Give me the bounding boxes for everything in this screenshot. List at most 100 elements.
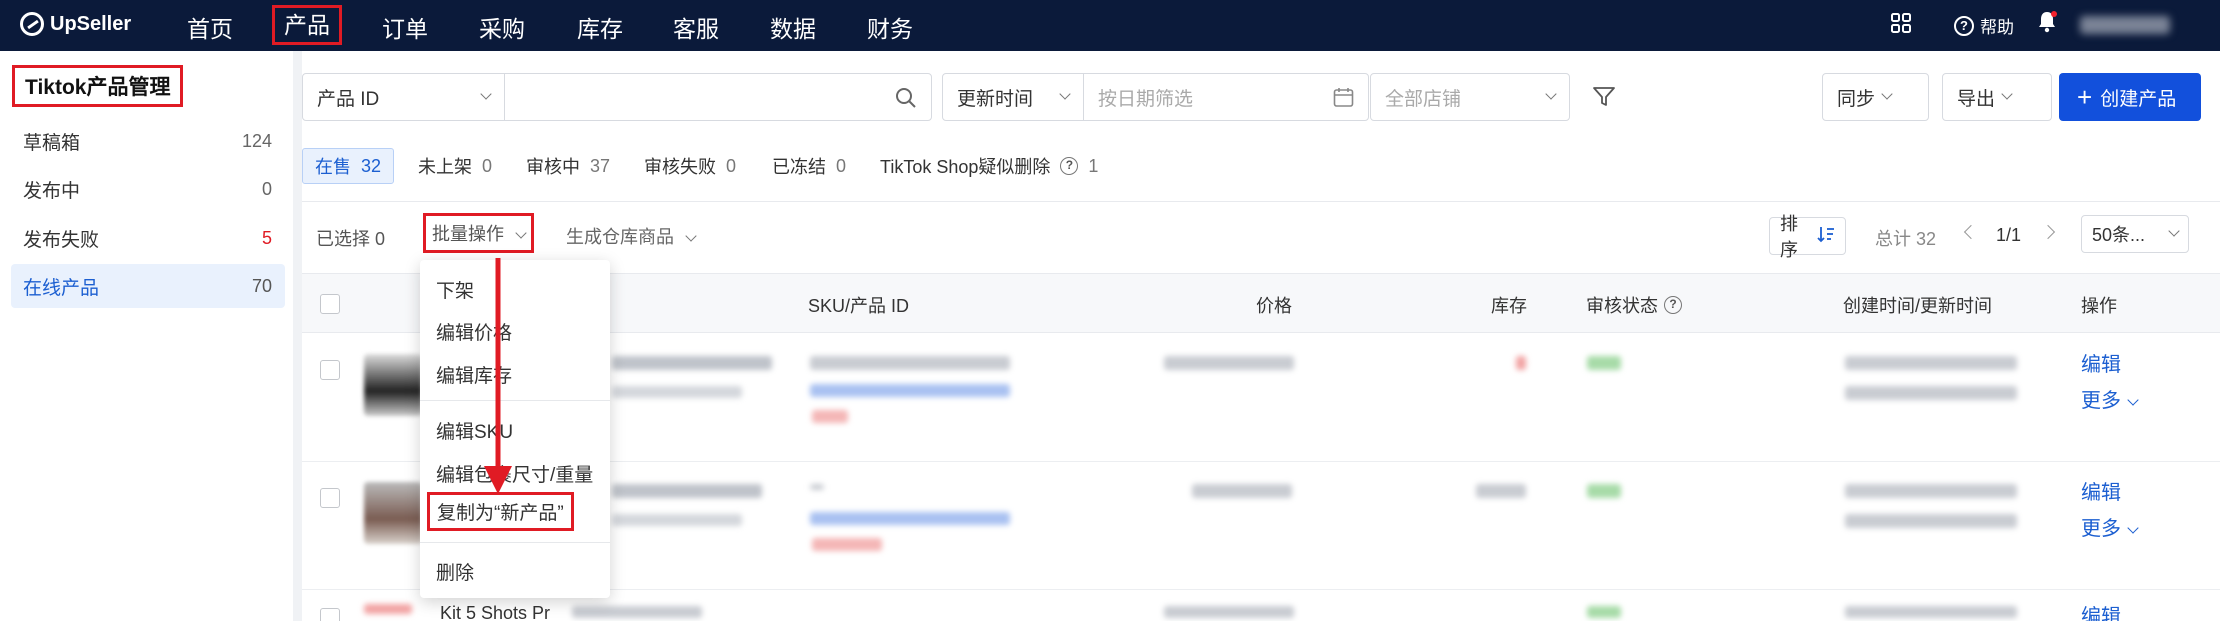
badge-redacted bbox=[812, 538, 882, 551]
tab-count: 0 bbox=[482, 155, 493, 176]
sort-button[interactable]: 排序 bbox=[1769, 214, 1846, 260]
menu-item-edit-package[interactable]: 编辑包裹尺寸/重量 bbox=[436, 460, 593, 487]
chevron-down-icon bbox=[2127, 394, 2139, 406]
nav-purchase[interactable]: 采购 bbox=[479, 10, 525, 44]
prev-page-icon[interactable] bbox=[1963, 224, 1979, 240]
sort-label: 排序 bbox=[1780, 214, 1798, 260]
product-thumbnail[interactable] bbox=[364, 354, 422, 416]
sidebar-item-drafts[interactable]: 草稿箱 124 bbox=[11, 119, 285, 163]
divider bbox=[302, 201, 2220, 202]
price-redacted bbox=[1164, 356, 1294, 370]
tab-count: 37 bbox=[590, 155, 611, 176]
product-thumbnail[interactable] bbox=[364, 482, 422, 544]
sidebar-item-label: 草稿箱 bbox=[23, 132, 81, 154]
updated-time-redacted bbox=[1845, 386, 2017, 400]
product-name-redacted bbox=[612, 484, 762, 498]
help-label: 帮助 bbox=[1980, 18, 2014, 37]
store-placeholder: 全部店铺 bbox=[1385, 88, 1462, 110]
sidebar-item-publish-failed[interactable]: 发布失败 5 bbox=[11, 216, 285, 260]
row-checkbox[interactable] bbox=[320, 608, 340, 621]
help-icon: ? bbox=[1954, 15, 1974, 36]
sync-label: 同步 bbox=[1837, 88, 1876, 110]
nav-inventory[interactable]: 库存 bbox=[577, 10, 623, 44]
edit-link[interactable]: 编辑 bbox=[2081, 600, 2121, 621]
tab-label: 未上架 bbox=[418, 157, 472, 177]
edit-link[interactable]: 编辑 bbox=[2081, 476, 2121, 505]
menu-item-edit-sku[interactable]: 编辑SKU bbox=[436, 417, 513, 444]
notification-bell-icon[interactable] bbox=[2037, 10, 2057, 39]
sidebar-item-label: 在线产品 bbox=[23, 277, 100, 299]
nav-products[interactable]: 产品 bbox=[272, 5, 342, 45]
per-page-select[interactable]: 50条... bbox=[2081, 215, 2189, 253]
tab-reviewing[interactable]: 审核中 37 bbox=[514, 148, 622, 184]
next-page-icon[interactable] bbox=[2040, 224, 2056, 240]
column-header-stock: 库存 bbox=[1491, 296, 1527, 316]
question-icon[interactable]: ? bbox=[1060, 157, 1079, 175]
sidebar-item-publishing[interactable]: 发布中 0 bbox=[11, 167, 285, 211]
menu-item-delete[interactable]: 删除 bbox=[436, 558, 474, 585]
nav-finance[interactable]: 财务 bbox=[867, 10, 913, 44]
edit-link[interactable]: 编辑 bbox=[2081, 348, 2121, 377]
tab-on-sale[interactable]: 在售 32 bbox=[302, 148, 395, 184]
page-indicator: 1/1 bbox=[1996, 225, 2022, 245]
bulk-actions-button[interactable]: 批量操作 bbox=[423, 213, 535, 253]
menu-item-edit-price[interactable]: 编辑价格 bbox=[436, 318, 512, 345]
user-avatar[interactable] bbox=[2080, 16, 2170, 34]
status-redacted bbox=[1587, 484, 1621, 498]
id-type-select[interactable]: 产品 ID bbox=[302, 73, 505, 121]
sidebar-item-label: 发布失败 bbox=[23, 229, 100, 251]
sidebar-item-online-products[interactable]: 在线产品 70 bbox=[11, 264, 285, 308]
generate-warehouse-label: 生成仓库商品 bbox=[566, 227, 674, 247]
chevron-down-icon bbox=[2168, 225, 2180, 237]
create-product-button[interactable]: + 创建产品 bbox=[2059, 73, 2201, 121]
sidebar-title: Tiktok产品管理 bbox=[12, 65, 184, 107]
upseller-logo[interactable]: UpSeller bbox=[20, 12, 131, 36]
product-thumbnail[interactable] bbox=[364, 604, 412, 614]
menu-item-edit-stock[interactable]: 编辑库存 bbox=[436, 361, 512, 388]
menu-item-delist[interactable]: 下架 bbox=[436, 276, 474, 303]
tab-label: 审核中 bbox=[526, 157, 580, 177]
more-actions-link[interactable]: 更多 bbox=[2081, 512, 2139, 541]
time-type-value: 更新时间 bbox=[957, 88, 1034, 110]
bulk-actions-menu: 下架 编辑价格 编辑库存 编辑SKU 编辑包裹尺寸/重量 复制为“新产品” 删除 bbox=[420, 260, 610, 598]
filter-icon[interactable] bbox=[1592, 85, 1616, 115]
column-header-time: 创建时间/更新时间 bbox=[1843, 296, 1993, 316]
time-type-select[interactable]: 更新时间 bbox=[942, 73, 1084, 121]
tab-review-failed[interactable]: 审核失败 0 bbox=[632, 148, 748, 184]
sidebar-item-count: 5 bbox=[261, 227, 272, 248]
created-time-redacted bbox=[1845, 606, 2017, 618]
updated-time-redacted bbox=[1845, 514, 2017, 528]
product-name-partial: Kit 5 Shots Pr bbox=[440, 603, 551, 621]
menu-divider bbox=[420, 542, 610, 543]
nav-orders[interactable]: 订单 bbox=[382, 10, 428, 44]
search-input[interactable] bbox=[504, 73, 932, 121]
generate-warehouse-button[interactable]: 生成仓库商品 bbox=[566, 223, 697, 249]
question-icon[interactable]: ? bbox=[1664, 296, 1682, 314]
nav-data[interactable]: 数据 bbox=[770, 10, 816, 44]
nav-home[interactable]: 首页 bbox=[187, 10, 233, 44]
tab-count: 0 bbox=[726, 155, 737, 176]
select-all-checkbox[interactable] bbox=[320, 294, 340, 314]
column-header-actions: 操作 bbox=[2081, 296, 2117, 316]
search-icon[interactable] bbox=[895, 87, 917, 115]
column-header-sku: SKU/产品 ID bbox=[808, 296, 910, 316]
store-select[interactable]: 全部店铺 bbox=[1370, 73, 1570, 121]
more-actions-link[interactable]: 更多 bbox=[2081, 384, 2139, 413]
main-panel: 产品 ID 更新时间 按日期筛选 全部店铺 同步 导出 + 创建产品 在售 32 bbox=[302, 51, 2220, 621]
row-checkbox[interactable] bbox=[320, 360, 340, 380]
tab-suspected-deleted[interactable]: TikTok Shop疑似删除 ? 1 bbox=[868, 148, 1110, 184]
product-sub-redacted bbox=[612, 386, 742, 398]
tab-frozen[interactable]: 已冻结 0 bbox=[760, 148, 858, 184]
nav-customer-service[interactable]: 客服 bbox=[673, 10, 719, 44]
sync-button[interactable]: 同步 bbox=[1822, 73, 1929, 121]
date-filter-input[interactable]: 按日期筛选 bbox=[1083, 73, 1369, 121]
tab-unlisted[interactable]: 未上架 0 bbox=[406, 148, 504, 184]
menu-item-copy-as-new[interactable]: 复制为“新产品” bbox=[427, 492, 574, 531]
export-button[interactable]: 导出 bbox=[1942, 73, 2052, 121]
row-checkbox[interactable] bbox=[320, 488, 340, 508]
stock-redacted bbox=[1516, 356, 1526, 370]
help-button[interactable]: ? 帮助 bbox=[1954, 13, 2014, 38]
selected-count: 已选择 0 bbox=[316, 229, 386, 249]
apps-grid-icon[interactable] bbox=[1890, 12, 1912, 40]
sort-icon bbox=[1817, 225, 1835, 248]
